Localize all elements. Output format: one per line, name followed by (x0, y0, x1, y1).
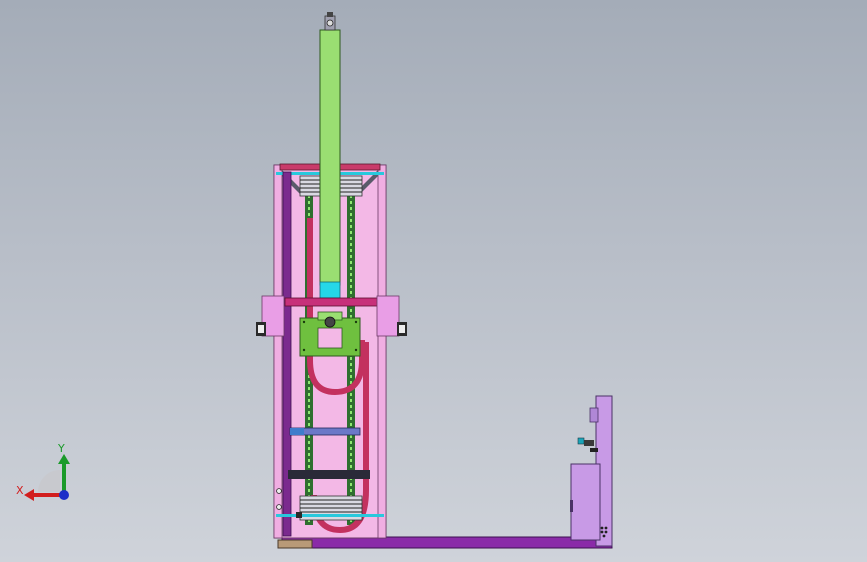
left-side-bracket[interactable] (256, 295, 285, 337)
y-axis-label: Y (58, 442, 65, 455)
blue-crossbar-left-tab[interactable] (290, 428, 304, 435)
middle-crossbar[interactable] (284, 297, 380, 307)
cad-viewport[interactable]: X Y (0, 0, 867, 562)
cylinder-cyan-block[interactable] (319, 281, 341, 299)
base-foot-plate[interactable] (277, 539, 313, 549)
bottom-cyan-strip[interactable] (276, 514, 384, 517)
coordinate-triad: X Y (10, 440, 80, 510)
control-cabinet[interactable] (570, 395, 613, 547)
base-rail[interactable] (281, 536, 613, 549)
x-axis-label: X (16, 484, 24, 497)
cylinder-top-fitting[interactable] (324, 12, 336, 31)
triad-graphic (24, 454, 70, 501)
lift-cylinder[interactable] (319, 29, 341, 286)
frame-right-post[interactable] (377, 164, 387, 539)
frame-left-post[interactable] (273, 164, 283, 539)
left-purple-post[interactable] (282, 171, 292, 537)
dark-beam[interactable] (288, 470, 370, 479)
carriage-plate[interactable] (299, 311, 361, 357)
machine-assembly-view[interactable] (0, 0, 867, 562)
right-side-bracket[interactable] (376, 295, 407, 337)
